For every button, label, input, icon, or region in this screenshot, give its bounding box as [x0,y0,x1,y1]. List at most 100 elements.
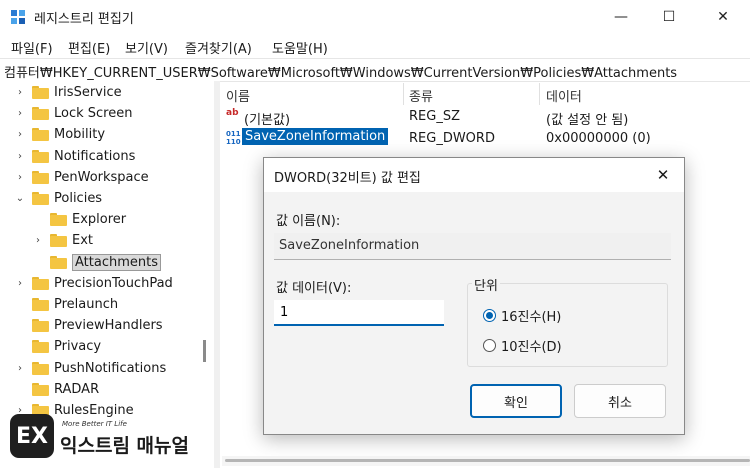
edit-dword-dialog: DWORD(32비트) 값 편집 ✕ 값 이름(N): SaveZoneInfo… [263,157,685,435]
minimize-button[interactable]: — [598,0,644,34]
tree-item-label[interactable]: Privacy [54,339,101,354]
chevron-icon[interactable]: › [14,363,26,374]
folder-icon [32,319,49,333]
close-button[interactable]: ✕ [700,0,746,34]
string-value-icon: ab [226,108,239,118]
list-header [220,83,750,105]
menu-view[interactable]: 보기(V) [125,38,168,57]
radio-hex[interactable]: 16진수(H) [483,306,561,325]
horizontal-scrollbar-thumb[interactable] [225,459,750,462]
value-name-field: SaveZoneInformation [274,233,671,260]
chevron-icon[interactable]: › [14,108,26,119]
folder-icon [32,107,49,121]
address-path[interactable]: 컴퓨터₩HKEY_CURRENT_USER₩Software₩Microsoft… [4,62,677,81]
tree-item[interactable]: RADAR [14,379,99,400]
value-name: SaveZoneInformation [242,128,389,145]
tree-item[interactable]: › IrisService [14,82,122,103]
tree-item-label[interactable]: PreviewHandlers [54,318,163,333]
tree-item-label[interactable]: RADAR [54,382,99,397]
tree-item[interactable]: › PenWorkspace [14,167,149,188]
tree-item[interactable]: › PrecisionTouchPad [14,273,173,294]
radio-dec-indicator[interactable] [483,339,496,352]
folder-icon [50,234,67,248]
chevron-icon[interactable]: ⌄ [14,193,26,204]
column-header-type[interactable]: 종류 [409,86,433,105]
value-data: 0x00000000 (0) [546,131,651,146]
menu-edit[interactable]: 편집(E) [68,38,110,57]
value-name: (기본값) [244,113,291,128]
folder-icon [32,128,49,142]
value-name-selected-wrap: SaveZoneInformation [242,128,389,145]
tree-item[interactable]: › Ext [32,230,93,251]
value-type: REG_SZ [409,109,460,124]
tree-item-label[interactable]: PrecisionTouchPad [54,276,173,291]
menu-favorites[interactable]: 즐겨찾기(A) [185,38,252,57]
tree-item-label[interactable]: Explorer [72,212,126,227]
cancel-button[interactable]: 취소 [574,384,666,418]
value-row-default[interactable] [220,106,750,128]
folder-icon [32,298,49,311]
chevron-icon[interactable]: › [32,235,44,246]
tree-item-label[interactable]: PenWorkspace [54,170,149,185]
base-group-label: 단위 [472,275,500,294]
chevron-icon[interactable]: › [14,151,26,162]
radio-dec[interactable]: 10진수(D) [483,336,562,355]
column-header-name[interactable]: 이름 [226,86,250,105]
folder-icon [32,86,49,99]
tree-item[interactable]: Prelaunch [14,294,118,315]
tree-item-label[interactable]: Attachments [72,253,161,271]
chevron-icon[interactable]: › [14,129,26,140]
registry-editor-icon [10,9,26,25]
menu-help[interactable]: 도움말(H) [272,38,328,57]
value-data: (값 설정 안 됨) [546,113,629,128]
column-divider[interactable] [539,83,540,105]
tree-item-label[interactable]: RulesEngine [54,403,134,418]
folder-icon [32,170,49,184]
watermark-logo: EX [10,414,54,458]
value-data-input[interactable] [274,300,444,326]
chevron-icon[interactable]: › [14,87,26,98]
tree-item-label[interactable]: IrisService [54,85,122,100]
tree-item[interactable]: Explorer [32,209,126,230]
tree-item-label[interactable]: Notifications [54,149,135,164]
value-name-label: 값 이름(N): [276,214,341,229]
folder-icon [32,276,49,290]
tree-item[interactable]: ⌄ Policies [14,188,102,209]
value-data-label: 값 데이터(V): [276,281,352,296]
tree-item[interactable]: › Lock Screen [14,103,132,124]
tree-item-label[interactable]: PushNotifications [54,361,166,376]
radio-hex-label[interactable]: 16진수(H) [501,306,561,325]
tree-scrollbar-thumb[interactable] [203,340,206,362]
tree-item-label[interactable]: Lock Screen [54,106,132,121]
menu-bar [0,34,750,58]
dialog-title: DWORD(32비트) 값 편집 [274,171,421,186]
maximize-button[interactable]: ☐ [646,0,692,34]
chevron-icon[interactable]: › [14,278,26,289]
column-divider[interactable] [403,83,404,105]
folder-icon [50,255,67,269]
menu-file[interactable]: 파일(F) [11,38,53,57]
folder-icon [32,149,49,163]
watermark-brand: 익스트림 매뉴얼 [60,435,189,457]
chevron-icon[interactable]: › [14,172,26,183]
tree-item[interactable]: › Notifications [14,146,135,167]
window-title: 레지스트리 편집기 [34,12,134,27]
column-header-data[interactable]: 데이터 [546,86,582,105]
value-type: REG_DWORD [409,131,495,146]
folder-icon [32,192,49,205]
folder-icon [32,382,49,396]
tree-item[interactable]: Privacy [14,336,101,357]
radio-hex-indicator[interactable] [483,309,496,322]
dialog-close-button[interactable]: ✕ [642,158,684,192]
folder-icon [32,340,49,354]
tree-item-label[interactable]: Prelaunch [54,297,118,312]
tree-item-label[interactable]: Policies [54,191,102,206]
ok-button[interactable]: 확인 [470,384,562,418]
tree-item[interactable]: › Mobility [14,124,105,145]
radio-dec-label[interactable]: 10진수(D) [501,336,562,355]
tree-item-label[interactable]: Ext [72,233,93,248]
tree-item[interactable]: PreviewHandlers [14,315,163,336]
tree-item-label[interactable]: Mobility [54,127,105,142]
tree-item[interactable]: Attachments [32,252,161,273]
tree-item[interactable]: › PushNotifications [14,358,166,379]
